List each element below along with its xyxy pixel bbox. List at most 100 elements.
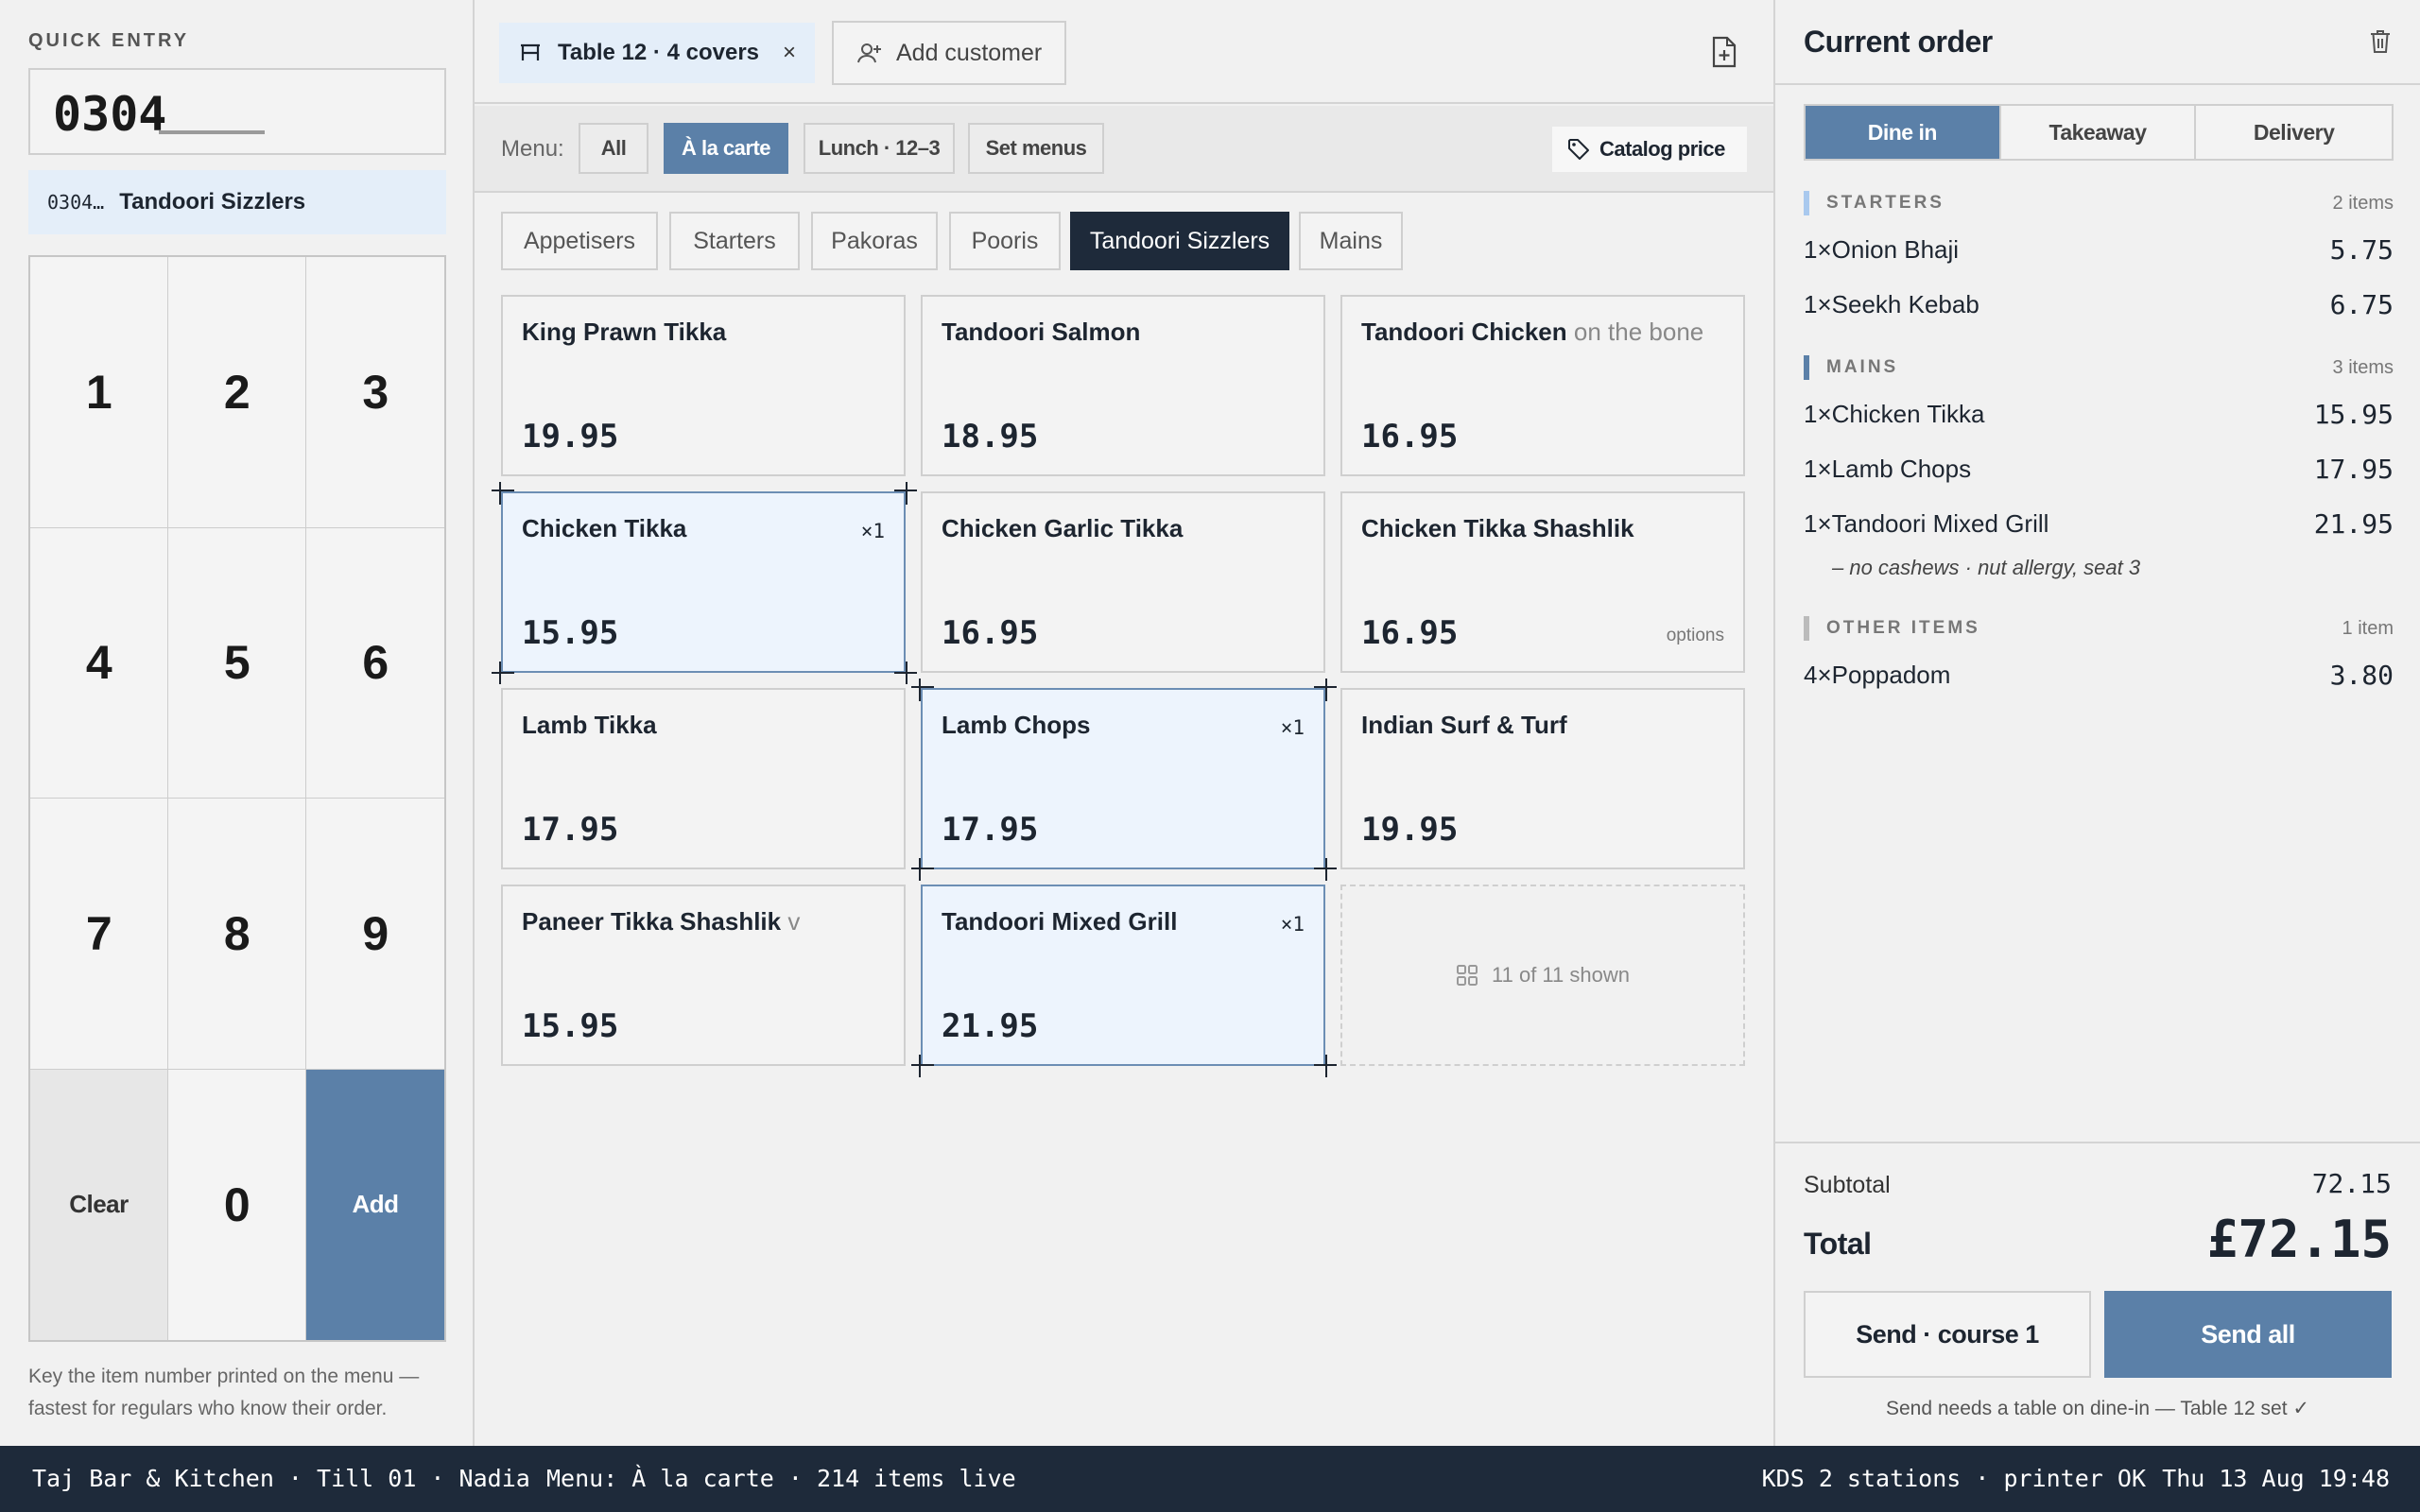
key-2[interactable]: 2 — [168, 257, 306, 528]
item-tile[interactable]: Chicken Tikka Shashlik 16.95 options — [1340, 491, 1745, 673]
item-name-text: Tandoori Chicken — [1361, 318, 1567, 346]
crop-mark — [906, 662, 908, 684]
line-modifier: – no cashews · nut allergy, seat 3 — [1832, 556, 2141, 579]
item-price: 18.95 — [942, 418, 1039, 455]
key-6[interactable]: 6 — [306, 527, 444, 799]
quick-entry-help: Key the item number printed on the menu … — [28, 1366, 420, 1419]
send-all-button[interactable]: Send all — [2104, 1291, 2392, 1378]
table-chip[interactable]: Table 12 · 4 covers × — [499, 23, 815, 83]
item-tile[interactable]: Tandoori Chicken on the bone 16.95 — [1340, 295, 1745, 476]
crop-mark — [492, 490, 514, 491]
menu-set-menus[interactable]: Set menus — [968, 123, 1104, 174]
items-shown-count: 11 of 11 shown — [1492, 963, 1630, 987]
category-pooris[interactable]: Pooris — [949, 212, 1061, 270]
item-price: 15.95 — [522, 614, 619, 652]
course-title: STARTERS — [1826, 193, 1945, 213]
input-caret — [159, 130, 265, 134]
crop-mark — [911, 1064, 934, 1066]
category-starters[interactable]: Starters — [669, 212, 800, 270]
catalog-price-label: Catalog price — [1599, 137, 1725, 161]
status-bar: Taj Bar & Kitchen · Till 01 · Nadia Menu… — [0, 1446, 2420, 1512]
send-course-button[interactable]: Send · course 1 — [1804, 1291, 2091, 1378]
key-0[interactable]: 0 — [168, 1069, 306, 1340]
trash-icon[interactable] — [2369, 28, 2392, 55]
item-tile-selected[interactable]: Lamb Chops ×1 17.95 — [921, 688, 1325, 869]
category-pakoras[interactable]: Pakoras — [811, 212, 938, 270]
item-price: 19.95 — [522, 418, 619, 455]
item-tile[interactable]: Chicken Garlic Tikka 16.95 — [921, 491, 1325, 673]
order-line[interactable]: 1× Lamb Chops 17.95 — [1804, 454, 2394, 485]
item-price: 19.95 — [1361, 811, 1459, 849]
crop-mark — [1325, 1055, 1327, 1077]
crop-mark — [499, 482, 501, 505]
crop-mark — [1325, 679, 1327, 701]
table-chip-label: Table 12 · 4 covers — [558, 40, 759, 65]
order-line[interactable]: 4× Poppadom 3.80 — [1804, 660, 2394, 691]
crop-mark — [906, 482, 908, 505]
item-tile[interactable]: Indian Surf & Turf 19.95 — [1340, 688, 1745, 869]
quick-entry-display[interactable]: 0304 — [28, 68, 446, 155]
current-order-panel: Current order Dine in Takeaway Delivery … — [1773, 0, 2420, 1446]
crop-mark — [911, 686, 934, 688]
subtotal-label: Subtotal — [1804, 1172, 1891, 1198]
order-header-bar: Current order — [1775, 0, 2420, 85]
item-tile-selected[interactable]: Tandoori Mixed Grill ×1 21.95 — [921, 885, 1325, 1066]
order-line[interactable]: 1× Seekh Kebab 6.75 — [1804, 289, 2394, 320]
total-value: £72.15 — [2206, 1210, 2392, 1269]
add-button[interactable]: Add — [306, 1069, 444, 1340]
item-tile[interactable]: Paneer Tikka Shashlik v 15.95 — [501, 885, 906, 1066]
add-user-icon — [856, 42, 883, 64]
line-price: 6.75 — [2329, 289, 2394, 320]
item-tile-selected[interactable]: Chicken Tikka ×1 15.95 — [501, 491, 906, 673]
category-appetisers[interactable]: Appetisers — [501, 212, 658, 270]
item-name: Tandoori Mixed Grill — [942, 907, 1178, 936]
crop-mark — [919, 858, 921, 881]
add-customer-button[interactable]: Add customer — [832, 21, 1066, 85]
key-3[interactable]: 3 — [306, 257, 444, 528]
course-count: 3 items — [2332, 356, 2394, 378]
category-mains[interactable]: Mains — [1299, 212, 1403, 270]
item-price: 21.95 — [942, 1007, 1039, 1045]
line-price: 17.95 — [2313, 454, 2394, 485]
order-line[interactable]: 1× Onion Bhaji 5.75 — [1804, 234, 2394, 266]
order-header: Table 12 · 4 covers × Add customer — [475, 0, 1773, 104]
menu-all[interactable]: All — [579, 123, 648, 174]
key-7[interactable]: 7 — [30, 799, 168, 1070]
quick-entry-match[interactable]: 0304… Tandoori Sizzlers — [28, 170, 446, 234]
item-name: Lamb Tikka — [522, 711, 657, 739]
category-tandoori-sizzlers[interactable]: Tandoori Sizzlers — [1070, 212, 1289, 270]
menu-a-la-carte[interactable]: À la carte — [664, 123, 788, 174]
line-qty: 1× — [1804, 235, 1832, 264]
item-tile[interactable]: King Prawn Tikka 19.95 — [501, 295, 906, 476]
key-4[interactable]: 4 — [30, 527, 168, 799]
order-line[interactable]: 1× Chicken Tikka 15.95 — [1804, 399, 2394, 430]
new-document-icon[interactable] — [1711, 36, 1737, 68]
table-icon — [518, 43, 543, 63]
course-color-bar — [1804, 191, 1809, 215]
key-5[interactable]: 5 — [168, 527, 306, 799]
key-1[interactable]: 1 — [30, 257, 168, 528]
crop-mark — [911, 868, 934, 869]
key-8[interactable]: 8 — [168, 799, 306, 1070]
mode-takeaway[interactable]: Takeaway — [2000, 106, 2197, 159]
item-tile[interactable]: Lamb Tikka 17.95 — [501, 688, 906, 869]
catalog-price-toggle[interactable]: Catalog price — [1552, 127, 1747, 172]
line-name: Chicken Tikka — [1831, 400, 1985, 428]
line-name: Tandoori Mixed Grill — [1831, 509, 2049, 538]
menu-lunch[interactable]: Lunch · 12–3 — [804, 123, 955, 174]
item-name: Chicken Garlic Tikka — [942, 514, 1184, 542]
crop-mark — [1325, 858, 1327, 881]
vegetarian-mark: v — [787, 907, 801, 936]
mode-dine-in[interactable]: Dine in — [1806, 106, 2001, 159]
close-icon[interactable]: × — [783, 40, 796, 66]
order-line[interactable]: 1× Tandoori Mixed Grill 21.95 — [1804, 508, 2394, 540]
item-name: Tandoori Salmon — [942, 318, 1141, 346]
clear-button[interactable]: Clear — [30, 1069, 168, 1340]
line-qty: 1× — [1804, 290, 1832, 318]
numeric-keypad: 1 2 3 4 5 6 7 8 9 Clear 0 Add — [28, 255, 446, 1342]
line-name: Onion Bhaji — [1831, 235, 1960, 264]
key-9[interactable]: 9 — [306, 799, 444, 1070]
crop-mark — [492, 672, 514, 674]
mode-delivery[interactable]: Delivery — [2196, 106, 2392, 159]
item-tile[interactable]: Tandoori Salmon 18.95 — [921, 295, 1325, 476]
